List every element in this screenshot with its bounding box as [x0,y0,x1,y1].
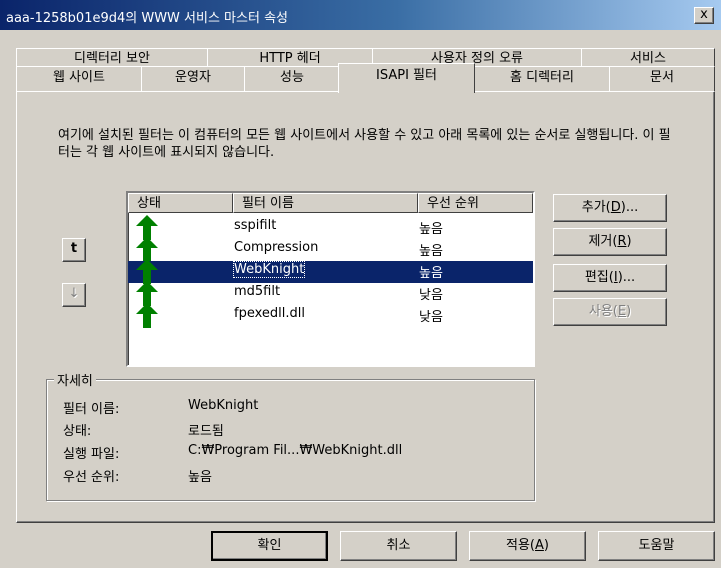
tab-performance[interactable]: 성능 [244,66,340,91]
filter-priority: 높음 [419,266,443,281]
apply-button[interactable]: 적용(A) [469,531,586,561]
detail-exe-label: 실행 파일: [63,447,120,462]
enable-button[interactable]: 사용(E) [553,298,667,326]
detail-status-label: 상태: [63,424,92,439]
help-button[interactable]: 도움말 [598,531,715,561]
detail-name-value: WebKnight [188,398,259,413]
arrow-up-icon: t [70,241,78,256]
tab-home-directory[interactable]: 홈 디렉터리 [474,66,610,91]
tab-web-site[interactable]: 웹 사이트 [16,66,142,91]
filter-priority: 높음 [419,244,443,259]
column-header-status[interactable]: 상태 [128,193,233,213]
detail-name-label: 필터 이름: [63,402,120,417]
filter-priority: 낮음 [419,310,443,325]
list-item[interactable]: fpexedll.dll 낮음 [128,303,533,328]
add-button[interactable]: 추가(D)... [553,194,667,222]
cancel-button[interactable]: 취소 [340,531,457,561]
detail-priority-label: 우선 순위: [63,470,120,485]
detail-status-value: 로드됨 [188,424,224,439]
tab-isapi-filters[interactable]: ISAPI 필터 [338,63,475,93]
move-up-button[interactable]: t [62,238,86,262]
filter-priority: 높음 [419,222,443,237]
detail-exe-value: C:₩Program Fil...₩WebKnight.dll [188,443,403,458]
detail-priority-value: 높음 [188,470,212,485]
filters-description: 여기에 설치된 필터는 이 컴퓨터의 모든 웹 사이트에서 사용할 수 있고 아… [58,128,671,160]
tab-documents[interactable]: 문서 [609,66,715,91]
move-down-button[interactable]: ↓ [62,283,86,307]
filter-name: WebKnight [232,261,306,278]
window-title: aaa-1258b01e9d4의 WWW 서비스 마스터 속성 [6,11,288,26]
details-legend: 자세히 [54,370,96,389]
list-item-selected[interactable]: WebKnight 높음 [128,259,533,284]
filter-name: Compression [234,240,319,255]
close-button[interactable]: x [694,7,714,24]
arrow-down-icon: ↓ [68,286,80,301]
ok-button[interactable]: 확인 [211,531,328,561]
filter-list[interactable]: 상태 필터 이름 우선 순위 sspifilt 높음 Compression 높… [126,191,535,367]
close-icon: x [700,7,708,22]
green-up-arrow-icon [136,303,158,328]
title-bar[interactable]: aaa-1258b01e9d4의 WWW 서비스 마스터 속성 x [0,0,721,30]
remove-button[interactable]: 제거(R) [553,228,667,256]
filter-name: sspifilt [234,218,277,233]
list-item[interactable]: sspifilt 높음 [128,215,533,240]
list-item[interactable]: Compression 높음 [128,237,533,262]
filter-name: fpexedll.dll [234,306,305,321]
column-header-priority[interactable]: 우선 순위 [418,193,533,213]
tab-operators[interactable]: 운영자 [141,66,245,91]
filter-name: md5filt [234,284,281,299]
edit-button[interactable]: 편집(I)... [553,264,667,292]
filter-priority: 낮음 [419,288,443,303]
list-item[interactable]: md5filt 낮음 [128,281,533,306]
column-header-filter-name[interactable]: 필터 이름 [233,193,418,213]
